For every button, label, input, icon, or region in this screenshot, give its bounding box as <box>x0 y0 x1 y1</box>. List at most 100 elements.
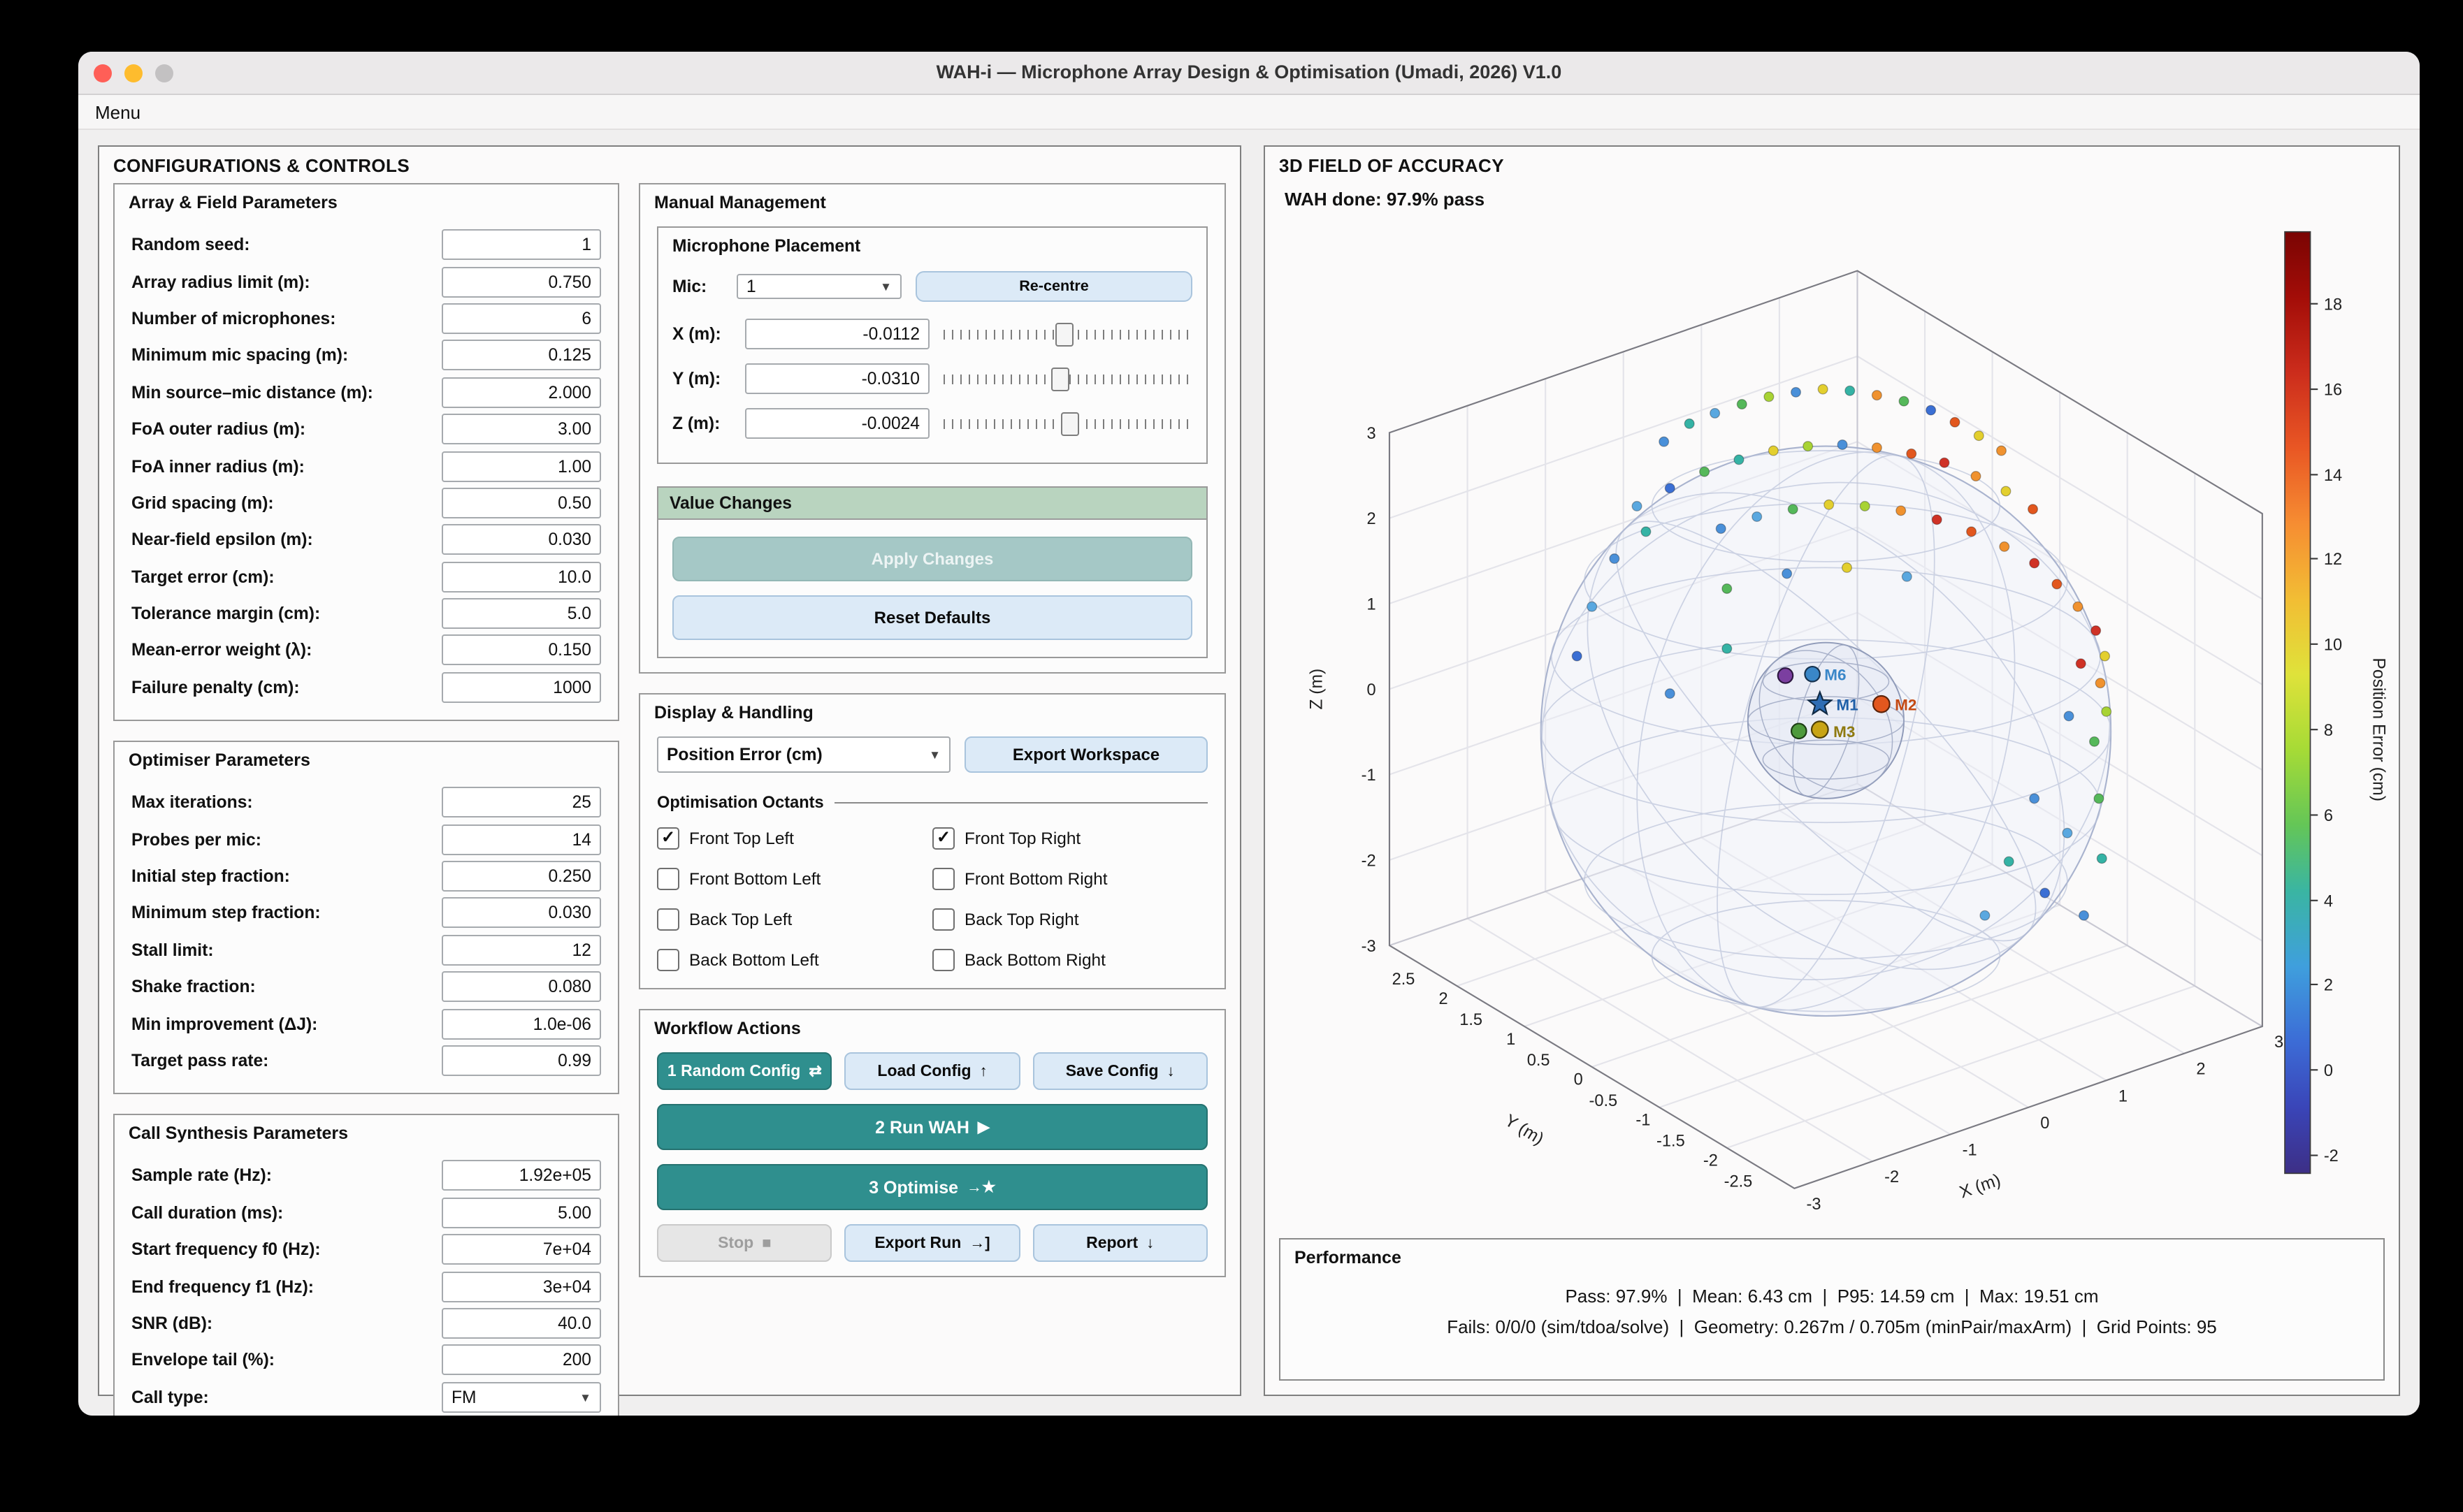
z-input[interactable]: -0.0024 <box>745 408 930 439</box>
zoom-button[interactable] <box>155 64 173 82</box>
param-input[interactable]: 1000 <box>442 672 601 703</box>
scatter-point <box>2000 542 2009 552</box>
optimiser-rows: Max iterations:25Probes per mic:14Initia… <box>131 784 601 1079</box>
octant-checkbox-item[interactable]: Back Top Left <box>657 904 932 933</box>
slider-thumb[interactable] <box>1056 323 1074 347</box>
checkbox[interactable]: ✓ <box>657 827 679 849</box>
scatter-point <box>1907 449 1916 458</box>
param-input[interactable]: 25 <box>442 787 601 818</box>
field-of-accuracy-panel: 3D FIELD OF ACCURACY WAH done: 97.9% pas… <box>1264 145 2400 1396</box>
call-type-dropdown[interactable]: FM ▼ <box>442 1381 601 1412</box>
optimise-label: 3 Optimise <box>869 1177 958 1197</box>
load-config-button[interactable]: Load Config ↑ <box>845 1052 1020 1090</box>
checkbox[interactable] <box>932 908 955 930</box>
checkbox-label: Back Bottom Right <box>965 950 1106 969</box>
scatter-point <box>1940 458 1949 467</box>
recentre-button[interactable]: Re-centre <box>916 271 1192 302</box>
param-row: Array radius limit (m):0.750 <box>131 263 601 300</box>
param-input[interactable]: 0.030 <box>442 525 601 555</box>
param-input[interactable]: 0.150 <box>442 635 601 666</box>
slider-thumb[interactable] <box>1061 412 1079 436</box>
export-run-button[interactable]: Export Run →] <box>845 1224 1020 1262</box>
x-slider[interactable] <box>944 320 1192 348</box>
octant-checkbox-item[interactable]: Front Bottom Left <box>657 864 932 893</box>
param-input[interactable]: 0.750 <box>442 266 601 297</box>
mic-m2-marker[interactable] <box>1873 696 1890 713</box>
param-input[interactable]: 5.00 <box>442 1198 601 1228</box>
stop-button[interactable]: Stop ■ <box>657 1224 832 1262</box>
mic-m6-marker[interactable] <box>1805 667 1819 681</box>
minimize-button[interactable] <box>124 64 143 82</box>
mic-m5-marker[interactable] <box>1778 668 1793 683</box>
octant-checkbox-item[interactable]: ✓ Front Top Right <box>932 823 1208 852</box>
plot-3d[interactable]: 3 2 1 0 -1 -2 -3 2.5 2 1.5 1 0.5 0 <box>1276 214 2388 1221</box>
app-window: WAH-i — Microphone Array Design & Optimi… <box>78 52 2420 1416</box>
y-input[interactable]: -0.0310 <box>745 363 930 394</box>
checkbox[interactable] <box>657 908 679 930</box>
x-label: X (m): <box>672 324 731 344</box>
param-input[interactable]: 5.0 <box>442 598 601 629</box>
apply-changes-button[interactable]: Apply Changes <box>672 537 1192 581</box>
param-input[interactable]: 0.99 <box>442 1045 601 1076</box>
param-input[interactable]: 1.92e+05 <box>442 1161 601 1191</box>
param-input[interactable]: 12 <box>442 935 601 966</box>
mic-m4-marker[interactable] <box>1791 724 1806 739</box>
octant-checkbox-item[interactable]: Back Bottom Left <box>657 945 932 974</box>
checkbox[interactable] <box>932 948 955 971</box>
microphone-placement-panel: Microphone Placement Mic: 1 ▼ Re-centre <box>657 226 1208 464</box>
param-input[interactable]: 1 <box>442 229 601 260</box>
param-input[interactable]: 0.080 <box>442 971 601 1002</box>
z-slider[interactable] <box>944 409 1192 437</box>
param-input[interactable]: 14 <box>442 824 601 855</box>
desktop: WAH-i — Microphone Array Design & Optimi… <box>0 0 2463 1512</box>
param-input[interactable]: 0.50 <box>442 488 601 518</box>
metric-dropdown[interactable]: Position Error (cm) ▼ <box>657 736 951 773</box>
reset-defaults-button[interactable]: Reset Defaults <box>672 595 1192 640</box>
octant-checkbox-item[interactable]: Back Top Right <box>932 904 1208 933</box>
mic-label: Mic: <box>672 277 723 296</box>
octant-checkbox-item[interactable]: ✓Front Top Left <box>657 823 932 852</box>
svg-text:10: 10 <box>2324 636 2342 654</box>
param-input[interactable]: 1.0e-06 <box>442 1008 601 1039</box>
random-config-button[interactable]: 1 Random Config ⇄ <box>657 1052 832 1090</box>
param-input[interactable]: 0.250 <box>442 861 601 892</box>
value-changes-body: Apply Changes Reset Defaults <box>658 520 1206 657</box>
param-input[interactable]: 0.030 <box>442 898 601 929</box>
menu-item-menu[interactable]: Menu <box>95 101 140 122</box>
checkbox[interactable] <box>657 867 679 889</box>
config-grid: Array & Field Parameters Random seed:1Ar… <box>113 183 1226 1416</box>
checkbox-label: Front Top Right <box>965 828 1081 848</box>
slider-thumb[interactable] <box>1051 368 1069 391</box>
param-input[interactable]: 3e+04 <box>442 1271 601 1302</box>
y-slider[interactable] <box>944 365 1192 393</box>
report-button[interactable]: Report ↓ <box>1032 1224 1208 1262</box>
close-button[interactable] <box>94 64 112 82</box>
scatter-point <box>1632 502 1642 511</box>
param-label: FoA inner radius (m): <box>131 456 305 476</box>
param-input[interactable]: 2.000 <box>442 377 601 408</box>
param-input[interactable]: 7e+04 <box>442 1234 601 1265</box>
x-input[interactable]: -0.0112 <box>745 319 930 349</box>
plot-3d-svg: 3 2 1 0 -1 -2 -3 2.5 2 1.5 1 0.5 0 <box>1276 214 2388 1221</box>
scatter-point <box>2028 504 2038 514</box>
checkbox[interactable] <box>657 948 679 971</box>
octant-checkbox-item[interactable]: Back Bottom Right <box>932 945 1208 974</box>
param-input[interactable]: 10.0 <box>442 561 601 592</box>
export-workspace-button[interactable]: Export Workspace <box>965 736 1208 773</box>
param-input[interactable]: 3.00 <box>442 414 601 444</box>
save-config-button[interactable]: Save Config ↓ <box>1032 1052 1208 1090</box>
mic-m3-marker[interactable] <box>1812 721 1828 738</box>
param-input[interactable]: 0.125 <box>442 340 601 371</box>
mic-dropdown[interactable]: 1 ▼ <box>737 274 902 299</box>
checkbox[interactable]: ✓ <box>932 827 955 849</box>
run-wah-button[interactable]: 2 Run WAH ▶ <box>657 1104 1208 1150</box>
param-input[interactable]: 1.00 <box>442 451 601 481</box>
optimise-button[interactable]: 3 Optimise →★ <box>657 1164 1208 1210</box>
param-input[interactable]: 40.0 <box>442 1308 601 1339</box>
param-input[interactable]: 200 <box>442 1345 601 1376</box>
svg-text:2: 2 <box>2324 977 2333 995</box>
window-title: WAH-i — Microphone Array Design & Optimi… <box>78 52 2420 94</box>
octant-checkbox-item[interactable]: Front Bottom Right <box>932 864 1208 893</box>
checkbox[interactable] <box>932 867 955 889</box>
param-input[interactable]: 6 <box>442 303 601 334</box>
